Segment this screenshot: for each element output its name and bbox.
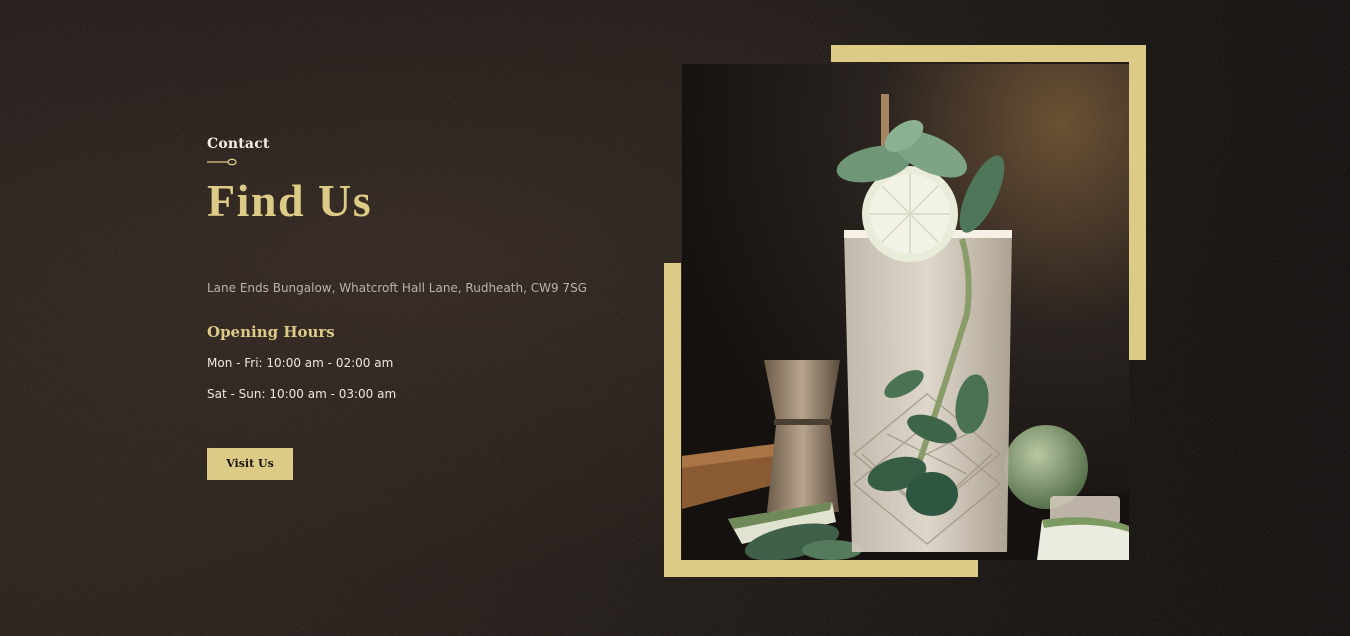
address-text: Lane Ends Bungalow, Whatcroft Hall Lane,… bbox=[207, 280, 587, 295]
page-title: Find Us bbox=[207, 175, 373, 226]
cocktail-photo bbox=[682, 64, 1129, 560]
key-divider-icon bbox=[207, 158, 237, 166]
contact-section: Contact Find Us Lane Ends Bungalow, What… bbox=[207, 136, 627, 480]
hours-weekend: Sat - Sun: 10:00 am - 03:00 am bbox=[207, 386, 397, 401]
hours-weekdays: Mon - Fri: 10:00 am - 02:00 am bbox=[207, 355, 394, 370]
opening-hours-title: Opening Hours bbox=[207, 322, 335, 341]
mint-cocktail-glass-icon bbox=[682, 64, 1129, 560]
section-eyebrow: Contact bbox=[207, 136, 270, 152]
visit-us-button[interactable]: Visit Us bbox=[207, 447, 293, 480]
